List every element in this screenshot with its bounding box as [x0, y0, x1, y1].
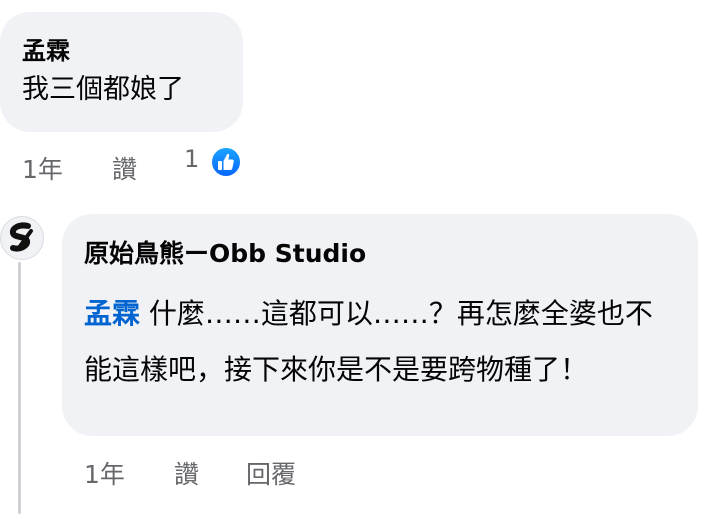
comment-author[interactable]: 孟霖 — [22, 34, 243, 68]
thread-line — [18, 262, 21, 514]
thumbs-up-icon[interactable] — [210, 146, 242, 178]
reply-actions: 1年 讚 回覆 — [84, 455, 384, 495]
reply-button[interactable]: 回覆 — [246, 455, 296, 491]
reply-author[interactable]: 原始鳥熊ーObb Studio — [84, 236, 672, 272]
reply-body: 什麼……這都可以……？再怎麼全婆也不能這樣吧，接下來你是不是要跨物種了！ — [84, 297, 653, 386]
reply-text: 孟霖 什麼……這都可以……？再怎麼全婆也不能這樣吧，接下來你是不是要跨物種了！ — [84, 286, 672, 398]
like-button[interactable]: 讚 — [174, 455, 199, 491]
comment-text: 我三個都娘了 — [22, 74, 184, 105]
like-button[interactable]: 讚 — [112, 150, 137, 186]
reply-timestamp[interactable]: 1年 — [84, 455, 125, 491]
avatar[interactable] — [0, 216, 44, 260]
comment-bubble: 孟霖 我三個都娘了 — [0, 12, 243, 132]
mention-link[interactable]: 孟霖 — [84, 297, 140, 330]
reaction-count[interactable]: 1 — [184, 145, 199, 173]
comment-timestamp[interactable]: 1年 — [22, 150, 63, 186]
obb-studio-logo-icon — [9, 222, 33, 252]
reply-bubble: 原始鳥熊ーObb Studio 孟霖 什麼……這都可以……？再怎麼全婆也不能這樣… — [62, 214, 698, 436]
